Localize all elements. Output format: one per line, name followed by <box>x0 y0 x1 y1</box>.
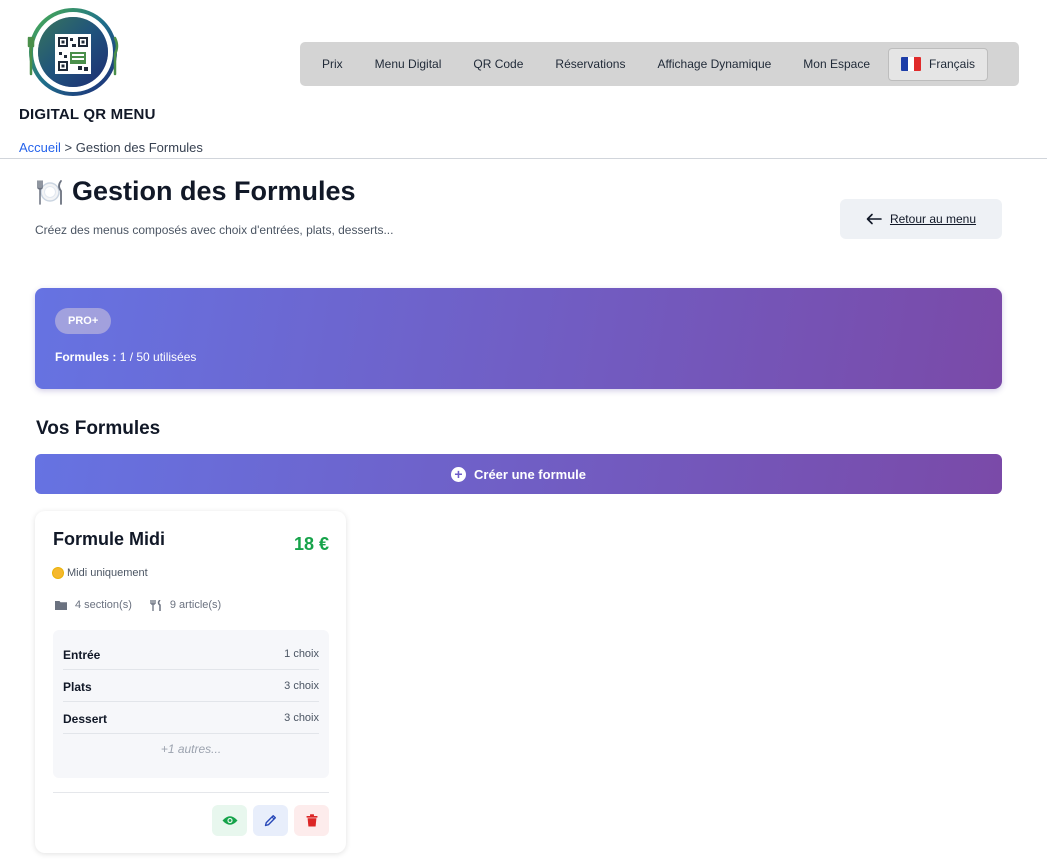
plan-badge: PRO+ <box>55 308 112 334</box>
formula-name: Formule Midi <box>53 529 165 549</box>
list-item: Plats 3 choix <box>63 670 319 702</box>
back-to-menu-label: Retour au menu <box>889 212 977 226</box>
nav-item-mon-espace[interactable]: Mon Espace <box>787 57 886 71</box>
nav-item-reservations[interactable]: Réservations <box>539 57 641 71</box>
section-name: Plats <box>63 680 92 694</box>
plate-cutlery-icon <box>37 179 62 205</box>
trash-icon <box>306 814 317 827</box>
eye-icon <box>222 816 237 825</box>
page-title-text: Gestion des Formules <box>72 176 356 206</box>
nav-item-prix[interactable]: Prix <box>306 57 359 71</box>
arrow-left-icon <box>866 213 882 225</box>
sections-count: 4 section(s) <box>75 599 132 611</box>
cutlery-icon <box>150 599 161 611</box>
formula-price: 18 € <box>293 534 329 554</box>
breadcrumb-separator: > <box>60 140 76 155</box>
formula-availability: Midi uniquement <box>53 567 148 579</box>
back-to-menu-button[interactable]: Retour au menu <box>840 199 1002 239</box>
plan-usage-value: 1 / 50 utilisées <box>119 350 197 364</box>
formula-stats: 4 section(s) 9 article(s) <box>55 599 239 611</box>
card-divider <box>53 792 329 793</box>
delete-formula-button[interactable] <box>294 805 329 836</box>
create-formula-button[interactable]: + Créer une formule <box>35 454 1002 494</box>
more-sections-text: +1 autres... <box>160 742 222 756</box>
plan-usage-label: Formules : <box>55 350 117 364</box>
section-choices: 1 choix <box>284 648 319 660</box>
articles-stat: 9 article(s) <box>150 599 221 611</box>
list-item: Dessert 3 choix <box>63 702 319 734</box>
brand-name: DIGITAL QR MENU <box>19 106 156 123</box>
view-formula-button[interactable] <box>212 805 247 836</box>
nav-item-qr-code[interactable]: QR Code <box>457 57 539 71</box>
folder-icon <box>55 601 67 610</box>
nav-item-affichage-dynamique[interactable]: Affichage Dynamique <box>641 57 787 71</box>
language-label: Français <box>929 57 976 71</box>
page-subtitle: Créez des menus composés avec choix d'en… <box>35 223 394 237</box>
pencil-icon <box>264 815 276 827</box>
plus-circle-icon: + <box>451 466 466 482</box>
formula-actions <box>206 805 329 836</box>
list-item: Entrée 1 choix <box>63 638 319 670</box>
nav-item-menu-digital[interactable]: Menu Digital <box>359 57 458 71</box>
sun-icon <box>53 568 63 578</box>
edit-formula-button[interactable] <box>253 805 288 836</box>
section-choices: 3 choix <box>284 680 319 692</box>
breadcrumb: Accueil > Gestion des Formules <box>19 140 203 155</box>
plan-banner: PRO+ Formules : 1 / 50 utilisées <box>35 288 1002 389</box>
breadcrumb-home-link[interactable]: Accueil <box>19 140 61 155</box>
articles-count: 9 article(s) <box>169 599 222 611</box>
page-title: Gestion des Formules <box>36 176 356 207</box>
main-nav: Prix Menu Digital QR Code Réservations A… <box>300 42 1019 86</box>
formula-sections-list: Entrée 1 choix Plats 3 choix Dessert 3 c… <box>53 630 329 778</box>
qr-logo-icon <box>27 8 119 96</box>
breadcrumb-current: Gestion des Formules <box>75 140 203 155</box>
section-choices: 3 choix <box>284 712 319 724</box>
section-name: Entrée <box>63 648 101 662</box>
language-selector[interactable]: Français <box>888 47 989 81</box>
french-flag-icon <box>901 57 921 71</box>
formula-card: Formule Midi 18 € Midi uniquement 4 sect… <box>35 511 346 853</box>
section-name: Dessert <box>63 712 108 726</box>
formula-availability-text: Midi uniquement <box>67 567 148 579</box>
formulas-section-title: Vos Formules <box>36 418 161 439</box>
sections-stat: 4 section(s) <box>55 599 132 611</box>
plan-usage: Formules : 1 / 50 utilisées <box>55 350 196 364</box>
create-formula-label: Créer une formule <box>474 466 586 482</box>
header-divider <box>0 158 1047 159</box>
